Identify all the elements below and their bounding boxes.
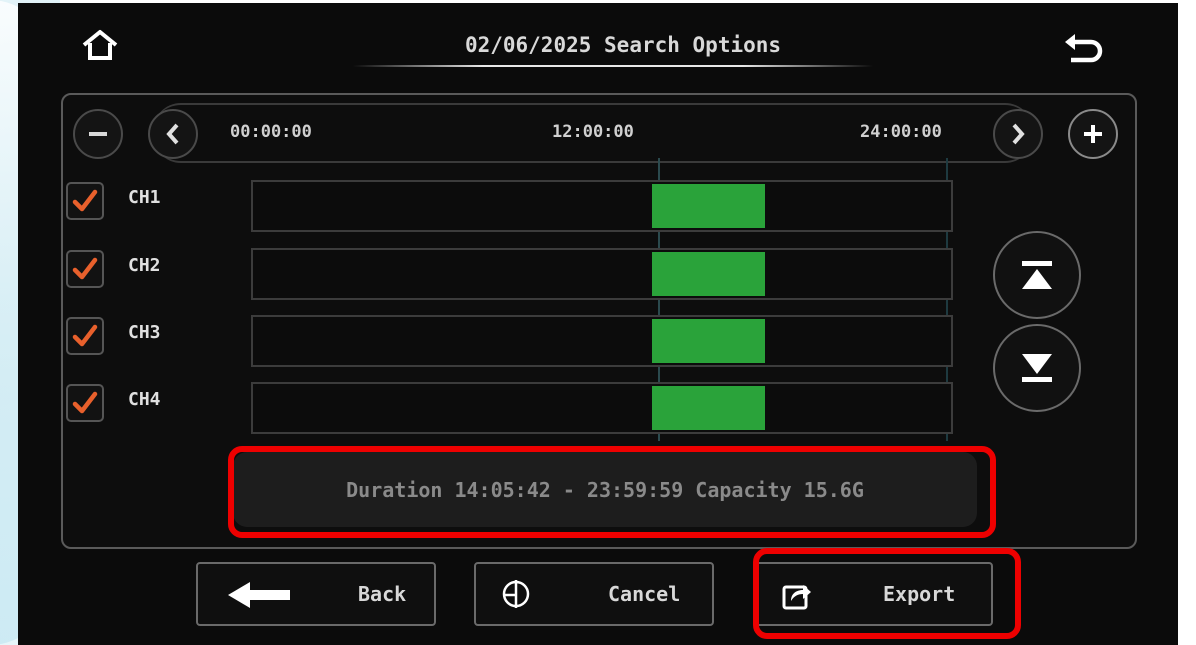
title-underline	[353, 65, 873, 67]
highlight-box-export	[753, 548, 1021, 639]
channel-track[interactable]	[251, 382, 953, 434]
chevron-right-icon[interactable]	[993, 109, 1043, 159]
tick-label-start: 00:00:00	[230, 122, 312, 142]
channel-label: CH2	[128, 255, 161, 276]
channel-checkbox[interactable]	[66, 250, 104, 288]
back-label: Back	[358, 582, 407, 606]
plus-icon[interactable]	[1068, 109, 1118, 159]
home-icon[interactable]	[76, 25, 124, 65]
channel-label: CH4	[128, 389, 161, 410]
back-button[interactable]: Back	[196, 562, 436, 626]
channel-label: CH3	[128, 322, 161, 343]
recording-segment[interactable]	[651, 386, 766, 430]
recording-segment[interactable]	[651, 184, 766, 228]
page-title: 02/06/2025 Search Options	[464, 33, 782, 57]
channel-track[interactable]	[251, 248, 953, 300]
channel-checkbox[interactable]	[66, 384, 104, 422]
chevron-left-icon[interactable]	[148, 109, 198, 159]
recording-segment[interactable]	[651, 252, 766, 296]
recording-segment[interactable]	[651, 319, 766, 363]
channel-track[interactable]	[251, 315, 953, 367]
dvr-screen: 02/06/2025 Search Options 00:00:00 12:00…	[18, 3, 1178, 645]
cancel-label: Cancel	[608, 582, 681, 606]
arrow-left-icon	[228, 582, 290, 608]
scroll-to-top-icon[interactable]	[993, 231, 1081, 319]
channel-label: CH1	[128, 187, 161, 208]
highlight-box-info	[228, 446, 996, 538]
scroll-to-bottom-icon[interactable]	[993, 324, 1081, 412]
tick-label-mid: 12:00:00	[552, 122, 634, 142]
return-arrow-icon[interactable]	[1058, 29, 1108, 73]
tick-label-end: 24:00:00	[860, 122, 942, 142]
cancel-button[interactable]: Cancel	[474, 562, 714, 626]
minus-icon[interactable]	[73, 109, 123, 159]
crosshair-clock-icon	[502, 580, 530, 608]
channel-checkbox[interactable]	[66, 182, 104, 220]
channel-track[interactable]	[251, 180, 953, 232]
channel-checkbox[interactable]	[66, 317, 104, 355]
